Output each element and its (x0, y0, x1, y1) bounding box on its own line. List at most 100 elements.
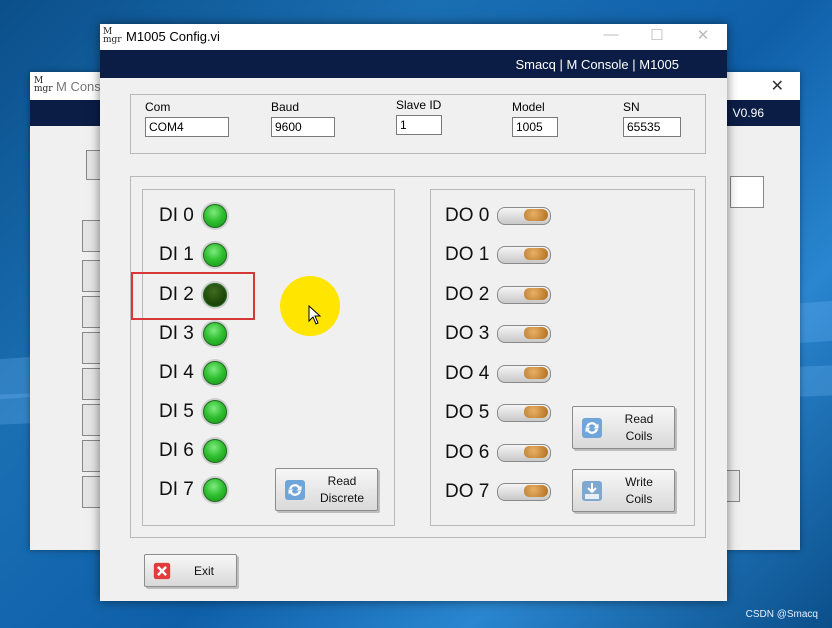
di-row: DI 3 (159, 322, 227, 346)
do-label: DO 0 (445, 205, 490, 226)
bg-button[interactable] (726, 470, 740, 502)
model-label: Model (512, 100, 545, 114)
slave-id-label: Slave ID (396, 98, 442, 112)
exit-label: Exit (193, 564, 214, 578)
baud-label: Baud (271, 100, 300, 114)
bg-list-item[interactable] (82, 296, 102, 328)
do-label: DO 2 (445, 284, 490, 305)
minimize-icon[interactable]: — (600, 26, 622, 43)
highlight-box (131, 272, 255, 320)
read-discrete-label-2: Discrete (319, 491, 364, 505)
di-row: DI 4 (159, 361, 227, 385)
do-label: DO 3 (445, 323, 490, 344)
do-toggle-switch[interactable] (497, 207, 552, 225)
bg-list-item[interactable] (82, 368, 102, 400)
do-toggle-switch[interactable] (497, 404, 552, 422)
di-label: DI 7 (159, 479, 194, 500)
do-toggle-switch[interactable] (497, 325, 552, 343)
header-title: Smacq | M Console | M1005 (515, 57, 679, 72)
model-field: Model 1005 (512, 100, 558, 137)
di-label: DI 3 (159, 323, 194, 344)
bg-window-title: M Cons (56, 79, 101, 94)
do-toggle-switch[interactable] (497, 246, 552, 264)
sn-input[interactable]: 65535 (623, 117, 681, 137)
header-band: Smacq | M Console | M1005 (100, 50, 727, 78)
do-label: DO 4 (445, 363, 490, 384)
bg-list-item[interactable] (82, 220, 102, 252)
do-label: DO 5 (445, 402, 490, 423)
version-label: V0.96 (732, 106, 764, 120)
slave-id-field: Slave ID 1 (396, 98, 442, 135)
di-label: DI 0 (159, 205, 194, 226)
close-icon[interactable]: ✕ (771, 76, 784, 96)
com-input[interactable]: COM4 (145, 117, 229, 137)
do-row: DO 7 (445, 481, 552, 503)
do-toggle-switch[interactable] (497, 286, 552, 304)
di-led-indicator (202, 478, 227, 502)
do-row: DO 2 (445, 284, 552, 306)
com-label: Com (145, 100, 171, 114)
baud-field: Baud 9600 (271, 100, 335, 137)
sn-label: SN (623, 100, 640, 114)
refresh-icon (582, 417, 602, 438)
di-row: DI 0 (159, 204, 227, 228)
di-row: DI 6 (159, 439, 227, 463)
window-title: M1005 Config.vi (126, 29, 220, 44)
refresh-icon (285, 479, 305, 500)
do-label: DO 1 (445, 244, 490, 265)
maximize-icon[interactable]: ☐ (646, 26, 668, 44)
di-row: DI 7 (159, 478, 227, 502)
di-label: DI 1 (159, 244, 194, 265)
do-row: DO 5 (445, 402, 552, 424)
app-logo-icon: Mmgr (34, 76, 53, 94)
di-led-indicator (202, 439, 227, 463)
com-field: Com COM4 (145, 100, 229, 137)
bg-list-item[interactable] (82, 404, 102, 436)
coil-outputs-panel: DO 0 DO 1 DO 2 DO 3 DO 4 DO 5 DO 6 DO 7 … (430, 189, 695, 526)
do-row: DO 0 (445, 205, 552, 227)
write-coils-label-1: Write (625, 475, 653, 489)
read-discrete-label-1: Read (327, 474, 357, 488)
bg-input[interactable] (730, 176, 764, 208)
di-led-indicator (202, 400, 227, 424)
mouse-pointer-icon (308, 305, 322, 325)
di-label: DI 4 (159, 362, 194, 383)
sn-field: SN 65535 (623, 100, 681, 137)
do-toggle-switch[interactable] (497, 483, 552, 501)
write-coils-button[interactable]: Write Coils (572, 469, 675, 512)
do-row: DO 6 (445, 442, 552, 464)
write-coils-label-2: Coils (625, 492, 653, 506)
di-row: DI 1 (159, 243, 227, 267)
di-label: DI 5 (159, 401, 194, 422)
read-discrete-button[interactable]: Read Discrete (275, 468, 378, 511)
di-led-indicator (202, 204, 227, 228)
do-label: DO 7 (445, 481, 490, 502)
read-coils-label-2: Coils (625, 429, 653, 443)
di-led-indicator (202, 243, 227, 267)
baud-input[interactable]: 9600 (271, 117, 335, 137)
read-coils-label-1: Read (624, 412, 654, 426)
bg-list-item[interactable] (82, 440, 102, 472)
bg-list-item[interactable] (82, 476, 102, 508)
exit-button[interactable]: Exit (144, 554, 237, 587)
bg-list-item[interactable] (82, 260, 102, 292)
write-tray-icon (582, 480, 602, 501)
device-settings-group: Com COM4 Baud 9600 Slave ID 1 Model 1005… (130, 94, 706, 154)
close-icon (153, 562, 171, 579)
title-bar[interactable]: Mmgr M1005 Config.vi — ☐ ✕ (100, 24, 727, 50)
app-logo-icon: Mmgr (103, 27, 122, 45)
di-row: DI 5 (159, 400, 227, 424)
discrete-inputs-panel: DI 0 DI 1 DI 2 DI 3 DI 4 DI 5 DI 6 DI 7 … (142, 189, 395, 526)
slave-id-input[interactable]: 1 (396, 115, 442, 135)
do-row: DO 1 (445, 244, 552, 266)
model-input[interactable]: 1005 (512, 117, 558, 137)
do-toggle-switch[interactable] (497, 444, 552, 462)
bg-list-item[interactable] (82, 332, 102, 364)
di-led-indicator (202, 361, 227, 385)
read-coils-button[interactable]: Read Coils (572, 406, 675, 449)
do-row: DO 3 (445, 323, 552, 345)
do-row: DO 4 (445, 363, 552, 385)
close-icon[interactable]: ✕ (692, 26, 714, 44)
di-label: DI 6 (159, 440, 194, 461)
do-toggle-switch[interactable] (497, 365, 552, 383)
